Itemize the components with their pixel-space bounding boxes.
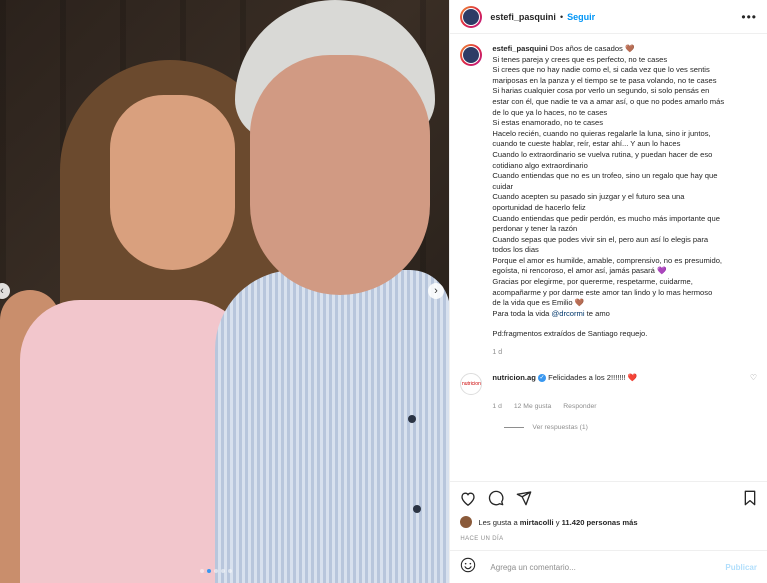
post-caption: estefi_pasquini Dos años de casados 🤎 Si…	[460, 44, 757, 359]
caption-line: estar con él, que nadie te va a amar así…	[492, 96, 725, 106]
emoji-smiley-icon[interactable]	[460, 557, 476, 578]
caption-line: Si estas enamorado, no te cases	[492, 118, 604, 128]
post-sidebar: estefi_pasquini • Seguir ••• estefi_pasq…	[449, 0, 767, 583]
caption-first-line: Dos años de casados 🤎	[549, 44, 635, 53]
comment-like-heart-icon[interactable]: ♡	[750, 373, 757, 382]
carousel-dot	[228, 569, 232, 573]
verified-badge-icon: ✓	[537, 373, 546, 382]
caption-line: cotidiano algo extraordinario	[492, 160, 588, 170]
caption-line: mariposas en la panza y el tiempo se te …	[492, 75, 717, 85]
comment-reply-button[interactable]: Responder	[563, 403, 596, 410]
post-photo[interactable]: ‹ ›	[0, 0, 450, 583]
caption-mention-link[interactable]: @drcormi	[552, 309, 585, 318]
caption-line: cuidar	[492, 181, 514, 191]
caption-body: estefi_pasquini Dos años de casados 🤎 Si…	[492, 44, 724, 359]
caption-line: Cuando entiendas que no es un trofeo, si…	[492, 171, 718, 181]
more-options-icon[interactable]: •••	[741, 10, 757, 24]
liker-username[interactable]: mirtacolli	[520, 518, 554, 527]
author-avatar[interactable]	[460, 5, 483, 28]
caption-username[interactable]: estefi_pasquini	[492, 44, 547, 53]
action-icons-row	[460, 490, 757, 506]
comment-bubble-icon[interactable]	[488, 490, 504, 506]
carousel-dot-active	[207, 569, 211, 573]
caption-line: Gracias por elegirme, por quererme, resp…	[492, 277, 693, 287]
post-actions: Les gusta a mirtacolli y 11.420 personas…	[450, 481, 767, 542]
carousel-dot	[200, 569, 204, 573]
caption-line: cuando te cueste hablar, reír, estar ahí…	[492, 139, 681, 149]
likes-summary: Les gusta a mirtacolli y 11.420 personas…	[460, 516, 757, 528]
caption-line: de lo que ya lo haces, no te cases	[492, 107, 608, 117]
view-replies-button[interactable]: Ver respuestas (1)	[504, 424, 757, 431]
caption-last-prefix: Para toda la vida	[492, 308, 552, 318]
follow-button[interactable]: Seguir	[567, 12, 595, 22]
header-separator: •	[559, 11, 564, 22]
shirt-button	[408, 415, 416, 423]
share-paper-plane-icon[interactable]	[516, 490, 532, 506]
caption-line: Si harias cualquier cosa por verlo un se…	[492, 86, 710, 96]
author-username[interactable]: estefi_pasquini	[490, 12, 556, 22]
caption-footer: Pd:fragmentos extraídos de Santiago requ…	[492, 329, 648, 339]
caption-line: acompañarme y por darme este amor tan li…	[492, 287, 713, 297]
photo-man-face	[250, 55, 430, 295]
liker-avatar[interactable]	[460, 516, 473, 528]
publish-button[interactable]: Publicar	[725, 563, 757, 572]
carousel-dot	[214, 569, 218, 573]
carousel-dot	[221, 569, 225, 573]
replies-dash	[504, 426, 525, 428]
instagram-post: ‹ › estefi_pasquini • Seguir ••• estefi_…	[0, 0, 767, 583]
caption-line: Cuando sepas que podes vivir sin el, per…	[492, 234, 709, 244]
comments-section: estefi_pasquini Dos años de casados 🤎 Si…	[450, 34, 767, 481]
caption-line: Si crees que no hay nadie como el, si ca…	[492, 65, 710, 75]
comment-body: Felicidades a los 2!!!!!!! ❤️	[548, 372, 638, 382]
post-age[interactable]: HACE UN DÍA	[460, 536, 757, 542]
save-bookmark-icon[interactable]	[743, 490, 757, 506]
likes-middle: y	[555, 517, 560, 527]
caption-line: todos los dias	[492, 245, 539, 255]
comment-meta: 1 d 12 Me gusta Responder	[492, 403, 757, 410]
comment-text: nutricion.ag ✓ Felicidades a los 2!!!!!!…	[492, 373, 749, 382]
caption-line: de la vida que es Emilio 🤎	[492, 298, 585, 308]
caption-line: perdonar y tener la razón	[492, 224, 578, 234]
commenter-username[interactable]: nutricion.ag	[492, 373, 535, 382]
caption-line: Cuando acepten su pasado sin juzgar y el…	[492, 192, 685, 202]
comment-input[interactable]	[488, 561, 726, 573]
view-replies-label[interactable]: Ver respuestas (1)	[532, 424, 588, 431]
shirt-button	[413, 505, 421, 513]
carousel-next-button[interactable]: ›	[428, 283, 444, 299]
caption-line: Cuando entiendas que pedir perdón, es mu…	[492, 213, 720, 223]
post-header: estefi_pasquini • Seguir •••	[450, 0, 767, 34]
add-comment-bar: Publicar	[450, 550, 767, 583]
caption-last-suffix: te amo	[584, 308, 610, 318]
caption-line: oportunidad de hacerlo feliz	[492, 202, 586, 212]
caption-avatar[interactable]	[460, 44, 483, 66]
caption-line: Hacelo recién, cuando no quieras regalar…	[492, 128, 711, 138]
likes-prefix: Les gusta a	[478, 517, 518, 527]
photo-woman-face	[110, 95, 235, 270]
caption-timestamp[interactable]: 1 d	[492, 348, 724, 359]
caption-line: Porque el amor es humilde, amable, compr…	[492, 255, 723, 265]
caption-line: Cuando lo extraordinario se vuelva rutin…	[492, 149, 713, 159]
like-heart-icon[interactable]	[460, 491, 476, 506]
comment-item: nutricion nutricion.ag ✓ Felicidades a l…	[460, 372, 757, 395]
carousel-indicator	[200, 569, 232, 573]
commenter-avatar[interactable]: nutricion	[460, 372, 483, 395]
comment-time[interactable]: 1 d	[492, 403, 501, 410]
caption-line: egoísta, ni rencoroso, el amor así, jamá…	[492, 266, 667, 276]
caption-line: Si tenes pareja y crees que es perfecto,…	[492, 54, 668, 64]
photo-man-shirt	[215, 270, 450, 583]
comment-likes-count[interactable]: 12 Me gusta	[514, 403, 551, 410]
likes-count-link[interactable]: 11.420 personas más	[562, 518, 638, 527]
